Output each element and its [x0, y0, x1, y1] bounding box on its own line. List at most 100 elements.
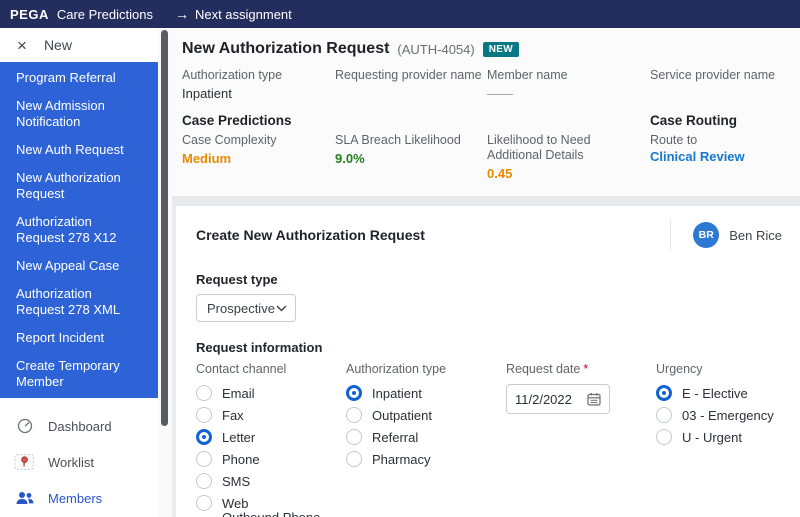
- authorization-type-group: Authorization type Inpatient Outpatient Ref…: [346, 362, 506, 517]
- request-date-value: 11/2/2022: [515, 392, 572, 407]
- radio-pharmacy[interactable]: Pharmacy: [346, 451, 506, 467]
- avatar[interactable]: BR: [693, 222, 719, 248]
- sidebar-item-dashboard[interactable]: Dashboard: [0, 408, 158, 444]
- radio-sms[interactable]: SMS: [196, 473, 346, 489]
- case-predictions-section: Case Predictions Case Routing Case Compl…: [182, 113, 786, 181]
- vertical-divider: [670, 220, 671, 250]
- sidebar-item-worklist[interactable]: Worklist: [0, 444, 158, 480]
- gauge-icon: [14, 418, 36, 434]
- header-field: Authorization type Inpatient: [182, 68, 335, 101]
- broken-image-icon: [14, 452, 36, 472]
- radio-label: E - Elective: [682, 386, 748, 401]
- radio-unselected-icon[interactable]: [196, 473, 212, 489]
- radio-label: Email: [222, 386, 255, 401]
- radio-letter[interactable]: Letter: [196, 429, 346, 445]
- sidebar-item-new-appeal-case[interactable]: New Appeal Case: [0, 252, 158, 280]
- radio-phone[interactable]: Phone: [196, 451, 346, 467]
- sidebar-item-new-admission-notification[interactable]: New Admission Notification: [0, 92, 158, 136]
- prediction-label: Case Complexity: [182, 133, 335, 148]
- sidebar-item-authorization-request-278-x12[interactable]: Authorization Request 278 X12: [0, 208, 158, 252]
- sidebar-item-create-temporary-member[interactable]: Create Temporary Member: [0, 352, 158, 396]
- request-type-label: Request type: [196, 272, 782, 287]
- sidebar-item-authorization-request-278-xml[interactable]: Authorization Request 278 XML: [0, 280, 158, 324]
- group-label: Urgency: [656, 362, 782, 376]
- radio-label: U - Urgent: [682, 430, 742, 445]
- radio-referral[interactable]: Referral: [346, 429, 506, 445]
- radio-label: 03 - Emergency: [682, 408, 774, 423]
- radio-label: Web: [222, 496, 249, 511]
- request-date-input[interactable]: 11/2/2022: [506, 384, 610, 414]
- radio-label: Referral: [372, 430, 418, 445]
- case-header: New Authorization Request (AUTH-4054) NE…: [172, 28, 800, 196]
- header-field: Member name ——: [487, 68, 650, 101]
- page-title: New Authorization Request: [182, 40, 389, 58]
- form-title: Create New Authorization Request: [196, 227, 425, 243]
- radio-label: Inpatient: [372, 386, 422, 401]
- radio-selected-icon[interactable]: [196, 429, 212, 445]
- radio-label: Outbound Phone Call: [222, 510, 346, 517]
- radio-unselected-icon[interactable]: [196, 451, 212, 467]
- case-predictions-title: Case Predictions: [182, 113, 650, 128]
- prediction-label: Likelihood to Need Additional Details: [487, 133, 624, 163]
- radio-unselected-icon[interactable]: [196, 407, 212, 423]
- sidebar-panel-title: New: [44, 37, 72, 53]
- sidebar-item-label: Worklist: [48, 455, 94, 470]
- sidebar-item-members[interactable]: Members: [0, 480, 158, 516]
- radio-u-urgent[interactable]: U - Urgent: [656, 429, 782, 445]
- radio-unselected-icon[interactable]: [346, 429, 362, 445]
- chevron-down-icon: [276, 305, 287, 312]
- sidebar-scrollbar: [158, 28, 172, 517]
- case-routing-title: Case Routing: [650, 113, 786, 128]
- radio-unselected-icon[interactable]: [196, 385, 212, 401]
- request-type-select[interactable]: Prospective: [196, 294, 296, 322]
- assigned-user: BR Ben Rice: [670, 220, 782, 250]
- scrollbar-thumb[interactable]: [161, 30, 168, 426]
- routing-value[interactable]: Clinical Review: [650, 149, 786, 164]
- field-label: Service provider name: [650, 68, 786, 83]
- pega-logo[interactable]: PEGA: [10, 7, 49, 22]
- required-asterisk: *: [583, 362, 588, 376]
- prediction-value: 9.0%: [335, 151, 487, 166]
- radio-e-elective[interactable]: E - Elective: [656, 385, 782, 401]
- request-date-group: Request date* 11/2/2022: [506, 362, 656, 517]
- radio-unselected-icon[interactable]: [346, 407, 362, 423]
- close-icon[interactable]: ×: [17, 37, 27, 54]
- sidebar-bottom-nav: Dashboard Worklist: [0, 408, 158, 516]
- request-information-label: Request information: [196, 340, 782, 355]
- header-field: Requesting provider name: [335, 68, 487, 101]
- sidebar-item-new-authorization-request[interactable]: New Authorization Request: [0, 164, 158, 208]
- radio-selected-icon[interactable]: [346, 385, 362, 401]
- radio-unselected-icon[interactable]: [346, 451, 362, 467]
- sidebar-item-program-referral[interactable]: Program Referral: [0, 64, 158, 92]
- radio-label: Letter: [222, 430, 255, 445]
- radio-unselected-icon[interactable]: [656, 407, 672, 423]
- field-label: Requesting provider name: [335, 68, 487, 83]
- next-assignment-link[interactable]: → Next assignment: [175, 7, 292, 22]
- request-date-label: Request date*: [506, 362, 656, 376]
- radio-inpatient[interactable]: Inpatient: [346, 385, 506, 401]
- radio-selected-icon[interactable]: [656, 385, 672, 401]
- radio-outpatient[interactable]: Outpatient: [346, 407, 506, 423]
- radio-label: Outpatient: [372, 408, 432, 423]
- radio-unselected-icon[interactable]: [656, 429, 672, 445]
- radio-fax[interactable]: Fax: [196, 407, 346, 423]
- sidebar-item-report-incident[interactable]: Report Incident: [0, 324, 158, 352]
- app-title: Care Predictions: [57, 7, 153, 22]
- radio-unselected-icon[interactable]: [196, 495, 212, 511]
- field-label: Member name: [487, 68, 650, 83]
- sidebar-item-label: Members: [48, 491, 102, 506]
- arrow-right-icon: →: [175, 7, 189, 21]
- sidebar-item-new-auth-request[interactable]: New Auth Request: [0, 136, 158, 164]
- radio-label: SMS: [222, 474, 250, 489]
- group-label: Authorization type: [346, 362, 506, 376]
- prediction-item: SLA Breach Likelihood 9.0%: [335, 133, 487, 181]
- radio-label: Fax: [222, 408, 244, 423]
- radio-web[interactable]: Web: [196, 495, 346, 511]
- new-case-menu: Program ReferralNew Admission Notificati…: [0, 62, 158, 398]
- radio-03-emergency[interactable]: 03 - Emergency: [656, 407, 782, 423]
- field-value: Inpatient: [182, 86, 335, 101]
- calendar-icon[interactable]: [587, 392, 601, 406]
- next-assignment-label: Next assignment: [195, 7, 292, 22]
- radio-email[interactable]: Email: [196, 385, 346, 401]
- routing-label: Route to: [650, 133, 786, 147]
